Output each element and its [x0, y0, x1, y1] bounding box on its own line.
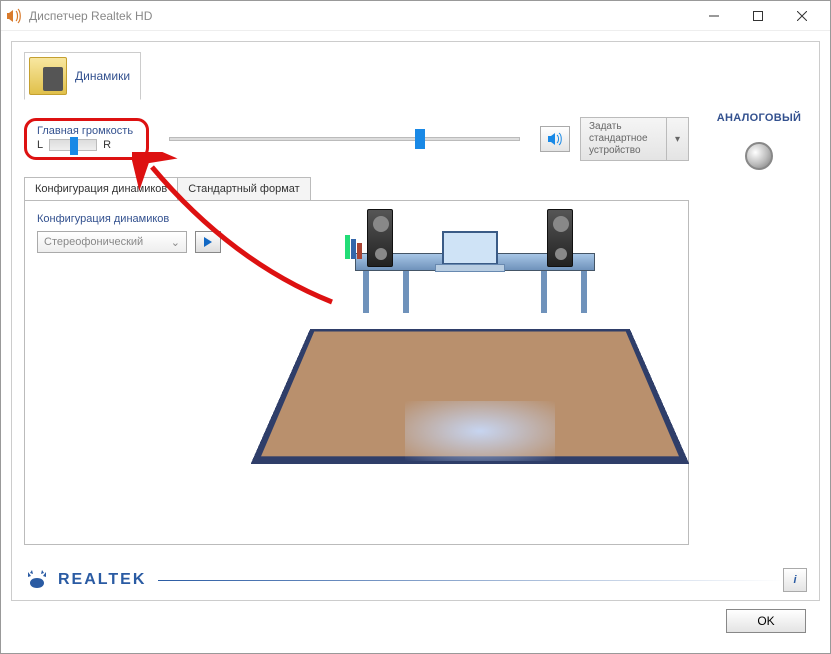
volume-track: [169, 137, 520, 141]
app-icon: [7, 8, 23, 24]
play-icon: [203, 237, 213, 247]
tab-speaker-config[interactable]: Конфигурация динамиков: [24, 177, 178, 201]
app-window: Диспетчер Realtek HD Динамики Главная гр…: [0, 0, 831, 654]
speaker-config-panel: Конфигурация динамиков Стереофонический …: [24, 200, 689, 545]
analog-panel: АНАЛОГОВЫЙ: [705, 112, 813, 170]
speakers-icon: [29, 57, 67, 95]
window-title: Диспетчер Realtek HD: [29, 9, 692, 23]
mute-button[interactable]: [540, 126, 570, 152]
balance-right-label: R: [103, 139, 111, 151]
books-icon: [345, 235, 367, 259]
maximize-button[interactable]: [736, 2, 780, 30]
title-bar: Диспетчер Realtek HD: [1, 1, 830, 31]
footer-divider: [158, 580, 783, 581]
close-button[interactable]: [780, 2, 824, 30]
main-volume-group: Главная громкость L R: [24, 118, 149, 160]
inner-panel: Динамики Главная громкость L R: [11, 41, 820, 601]
main-volume-row: Главная громкость L R Задать: [24, 114, 689, 164]
brand-text: REALTEK: [58, 571, 146, 589]
room-visualization: [285, 201, 655, 521]
config-tabs: Конфигурация динамиков Стандартный форма…: [24, 177, 311, 201]
crab-icon: [24, 570, 50, 590]
right-speaker-icon[interactable]: [547, 209, 573, 267]
footer: REALTEK i: [24, 568, 807, 592]
ok-button[interactable]: OK: [726, 609, 806, 633]
speaker-config-dropdown[interactable]: Стереофонический ⌄: [37, 231, 187, 253]
analog-label: АНАЛОГОВЫЙ: [705, 112, 813, 124]
content-area: Динамики Главная громкость L R: [1, 31, 830, 653]
dropdown-arrow-icon[interactable]: ▾: [666, 118, 688, 160]
set-default-device-button[interactable]: Задать стандартное устройство ▾: [580, 117, 689, 161]
laptop-icon: [435, 231, 505, 273]
device-tab-speakers[interactable]: Динамики: [24, 52, 141, 100]
info-button[interactable]: i: [783, 568, 807, 592]
test-play-button[interactable]: [195, 231, 221, 253]
balance-row: L R: [37, 139, 136, 151]
brand-logo: REALTEK: [24, 570, 146, 590]
sound-icon: [547, 132, 563, 146]
main-volume-title: Главная громкость: [37, 125, 136, 137]
balance-thumb[interactable]: [70, 137, 78, 155]
balance-left-label: L: [37, 139, 43, 151]
set-default-label: Задать стандартное устройство: [581, 117, 666, 161]
volume-thumb[interactable]: [415, 129, 425, 149]
left-speaker-icon[interactable]: [367, 209, 393, 267]
balance-slider[interactable]: [49, 139, 97, 151]
floor-glow: [405, 401, 555, 461]
volume-slider[interactable]: [169, 131, 520, 147]
minimize-button[interactable]: [692, 2, 736, 30]
device-tab-label: Динамики: [75, 69, 130, 83]
tab-default-format[interactable]: Стандартный формат: [177, 177, 310, 201]
analog-jack-indicator[interactable]: [745, 142, 773, 170]
dialog-button-row: OK: [11, 601, 820, 641]
chevron-down-icon: ⌄: [171, 236, 180, 249]
dropdown-value: Стереофонический: [44, 236, 143, 248]
